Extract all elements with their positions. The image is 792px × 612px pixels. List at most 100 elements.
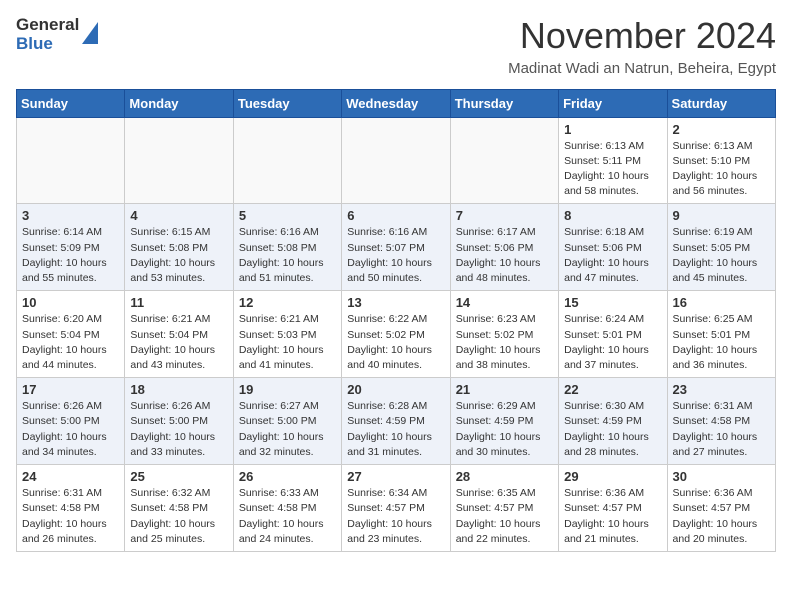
day-info: Sunrise: 6:26 AMSunset: 5:00 PMDaylight:…: [130, 399, 227, 460]
day-info: Sunrise: 6:23 AMSunset: 5:02 PMDaylight:…: [456, 312, 553, 373]
day-info: Sunrise: 6:18 AMSunset: 5:06 PMDaylight:…: [564, 225, 661, 286]
header-friday: Friday: [559, 89, 667, 117]
calendar-cell: 28 Sunrise: 6:35 AMSunset: 4:57 PMDayligh…: [450, 465, 558, 552]
logo-text: General Blue: [16, 16, 79, 53]
day-info: Sunrise: 6:31 AMSunset: 4:58 PMDaylight:…: [673, 399, 770, 460]
day-number: 28: [456, 469, 553, 484]
calendar-cell: 10 Sunrise: 6:20 AMSunset: 5:04 PMDayligh…: [17, 291, 125, 378]
logo-blue: Blue: [16, 35, 79, 54]
calendar-cell: 4 Sunrise: 6:15 AMSunset: 5:08 PMDaylight…: [125, 204, 233, 291]
day-info: Sunrise: 6:35 AMSunset: 4:57 PMDaylight:…: [456, 486, 553, 547]
day-info: Sunrise: 6:25 AMSunset: 5:01 PMDaylight:…: [673, 312, 770, 373]
calendar-cell: [450, 117, 558, 204]
day-number: 3: [22, 208, 119, 223]
calendar-table: SundayMondayTuesdayWednesdayThursdayFrid…: [16, 89, 776, 552]
calendar-cell: 18 Sunrise: 6:26 AMSunset: 5:00 PMDayligh…: [125, 378, 233, 465]
day-number: 10: [22, 295, 119, 310]
logo-arrow-icon: [82, 22, 98, 44]
day-number: 9: [673, 208, 770, 223]
calendar-cell: 5Sunrise: 6:16 AMSunset: 5:08 PMDaylight…: [233, 204, 341, 291]
calendar-cell: 6 Sunrise: 6:16 AMSunset: 5:07 PMDaylight…: [342, 204, 450, 291]
calendar-cell: [125, 117, 233, 204]
day-info: Sunrise: 6:32 AMSunset: 4:58 PMDaylight:…: [130, 486, 227, 547]
calendar-cell: 20Sunrise: 6:28 AMSunset: 4:59 PMDayligh…: [342, 378, 450, 465]
day-info: Sunrise: 6:13 AMSunset: 5:10 PMDaylight:…: [673, 139, 770, 200]
title-block: November 2024 Madinat Wadi an Natrun, Be…: [508, 16, 776, 77]
location: Madinat Wadi an Natrun, Beheira, Egypt: [508, 60, 776, 77]
day-info: Sunrise: 6:22 AMSunset: 5:02 PMDaylight:…: [347, 312, 444, 373]
day-info: Sunrise: 6:16 AMSunset: 5:07 PMDaylight:…: [347, 225, 444, 286]
calendar-cell: 12Sunrise: 6:21 AMSunset: 5:03 PMDayligh…: [233, 291, 341, 378]
day-number: 1: [564, 122, 661, 137]
day-number: 13: [347, 295, 444, 310]
header-saturday: Saturday: [667, 89, 775, 117]
calendar-cell: 3 Sunrise: 6:14 AMSunset: 5:09 PMDaylight…: [17, 204, 125, 291]
day-info: Sunrise: 6:14 AMSunset: 5:09 PMDaylight:…: [22, 225, 119, 286]
calendar-cell: 23 Sunrise: 6:31 AMSunset: 4:58 PMDayligh…: [667, 378, 775, 465]
week-row-1: 1Sunrise: 6:13 AMSunset: 5:11 PMDaylight…: [17, 117, 776, 204]
month-title: November 2024: [508, 16, 776, 56]
day-number: 23: [673, 382, 770, 397]
calendar-cell: 29 Sunrise: 6:36 AMSunset: 4:57 PMDayligh…: [559, 465, 667, 552]
day-info: Sunrise: 6:33 AMSunset: 4:58 PMDaylight:…: [239, 486, 336, 547]
calendar-cell: 2 Sunrise: 6:13 AMSunset: 5:10 PMDaylight…: [667, 117, 775, 204]
day-number: 4: [130, 208, 227, 223]
week-row-4: 17 Sunrise: 6:26 AMSunset: 5:00 PMDayligh…: [17, 378, 776, 465]
calendar-cell: 27 Sunrise: 6:34 AMSunset: 4:57 PMDayligh…: [342, 465, 450, 552]
calendar-cell: 11Sunrise: 6:21 AMSunset: 5:04 PMDayligh…: [125, 291, 233, 378]
calendar-cell: 26 Sunrise: 6:33 AMSunset: 4:58 PMDayligh…: [233, 465, 341, 552]
calendar-cell: 17 Sunrise: 6:26 AMSunset: 5:00 PMDayligh…: [17, 378, 125, 465]
header-sunday: Sunday: [17, 89, 125, 117]
day-number: 8: [564, 208, 661, 223]
day-number: 25: [130, 469, 227, 484]
calendar-cell: [233, 117, 341, 204]
day-info: Sunrise: 6:19 AMSunset: 5:05 PMDaylight:…: [673, 225, 770, 286]
day-info: Sunrise: 6:15 AMSunset: 5:08 PMDaylight:…: [130, 225, 227, 286]
calendar-cell: 13 Sunrise: 6:22 AMSunset: 5:02 PMDayligh…: [342, 291, 450, 378]
day-info: Sunrise: 6:21 AMSunset: 5:04 PMDaylight:…: [130, 312, 227, 373]
page-header: General Blue November 2024 Madinat Wadi …: [16, 16, 776, 77]
calendar-cell: 22 Sunrise: 6:30 AMSunset: 4:59 PMDayligh…: [559, 378, 667, 465]
day-number: 24: [22, 469, 119, 484]
calendar-cell: 14 Sunrise: 6:23 AMSunset: 5:02 PMDayligh…: [450, 291, 558, 378]
day-number: 16: [673, 295, 770, 310]
day-number: 6: [347, 208, 444, 223]
calendar-cell: 1Sunrise: 6:13 AMSunset: 5:11 PMDaylight…: [559, 117, 667, 204]
calendar-cell: 25 Sunrise: 6:32 AMSunset: 4:58 PMDayligh…: [125, 465, 233, 552]
calendar-cell: [17, 117, 125, 204]
day-number: 18: [130, 382, 227, 397]
calendar-cell: 19 Sunrise: 6:27 AMSunset: 5:00 PMDayligh…: [233, 378, 341, 465]
week-row-2: 3 Sunrise: 6:14 AMSunset: 5:09 PMDaylight…: [17, 204, 776, 291]
day-info: Sunrise: 6:36 AMSunset: 4:57 PMDaylight:…: [564, 486, 661, 547]
week-row-5: 24Sunrise: 6:31 AMSunset: 4:58 PMDayligh…: [17, 465, 776, 552]
day-number: 29: [564, 469, 661, 484]
day-number: 14: [456, 295, 553, 310]
day-number: 27: [347, 469, 444, 484]
header-wednesday: Wednesday: [342, 89, 450, 117]
calendar-cell: 16 Sunrise: 6:25 AMSunset: 5:01 PMDayligh…: [667, 291, 775, 378]
day-number: 22: [564, 382, 661, 397]
calendar-cell: 7Sunrise: 6:17 AMSunset: 5:06 PMDaylight…: [450, 204, 558, 291]
day-info: Sunrise: 6:28 AMSunset: 4:59 PMDaylight:…: [347, 399, 444, 460]
day-number: 19: [239, 382, 336, 397]
day-info: Sunrise: 6:29 AMSunset: 4:59 PMDaylight:…: [456, 399, 553, 460]
day-info: Sunrise: 6:34 AMSunset: 4:57 PMDaylight:…: [347, 486, 444, 547]
logo-general: General: [16, 16, 79, 35]
calendar-cell: 9 Sunrise: 6:19 AMSunset: 5:05 PMDaylight…: [667, 204, 775, 291]
day-number: 26: [239, 469, 336, 484]
calendar-cell: [342, 117, 450, 204]
day-info: Sunrise: 6:21 AMSunset: 5:03 PMDaylight:…: [239, 312, 336, 373]
day-info: Sunrise: 6:30 AMSunset: 4:59 PMDaylight:…: [564, 399, 661, 460]
calendar-header-row: SundayMondayTuesdayWednesdayThursdayFrid…: [17, 89, 776, 117]
day-info: Sunrise: 6:36 AMSunset: 4:57 PMDaylight:…: [673, 486, 770, 547]
day-number: 17: [22, 382, 119, 397]
calendar-cell: 30Sunrise: 6:36 AMSunset: 4:57 PMDayligh…: [667, 465, 775, 552]
day-info: Sunrise: 6:20 AMSunset: 5:04 PMDaylight:…: [22, 312, 119, 373]
day-info: Sunrise: 6:24 AMSunset: 5:01 PMDaylight:…: [564, 312, 661, 373]
day-info: Sunrise: 6:27 AMSunset: 5:00 PMDaylight:…: [239, 399, 336, 460]
day-info: Sunrise: 6:26 AMSunset: 5:00 PMDaylight:…: [22, 399, 119, 460]
day-number: 15: [564, 295, 661, 310]
logo: General Blue: [16, 16, 98, 53]
header-thursday: Thursday: [450, 89, 558, 117]
day-number: 2: [673, 122, 770, 137]
